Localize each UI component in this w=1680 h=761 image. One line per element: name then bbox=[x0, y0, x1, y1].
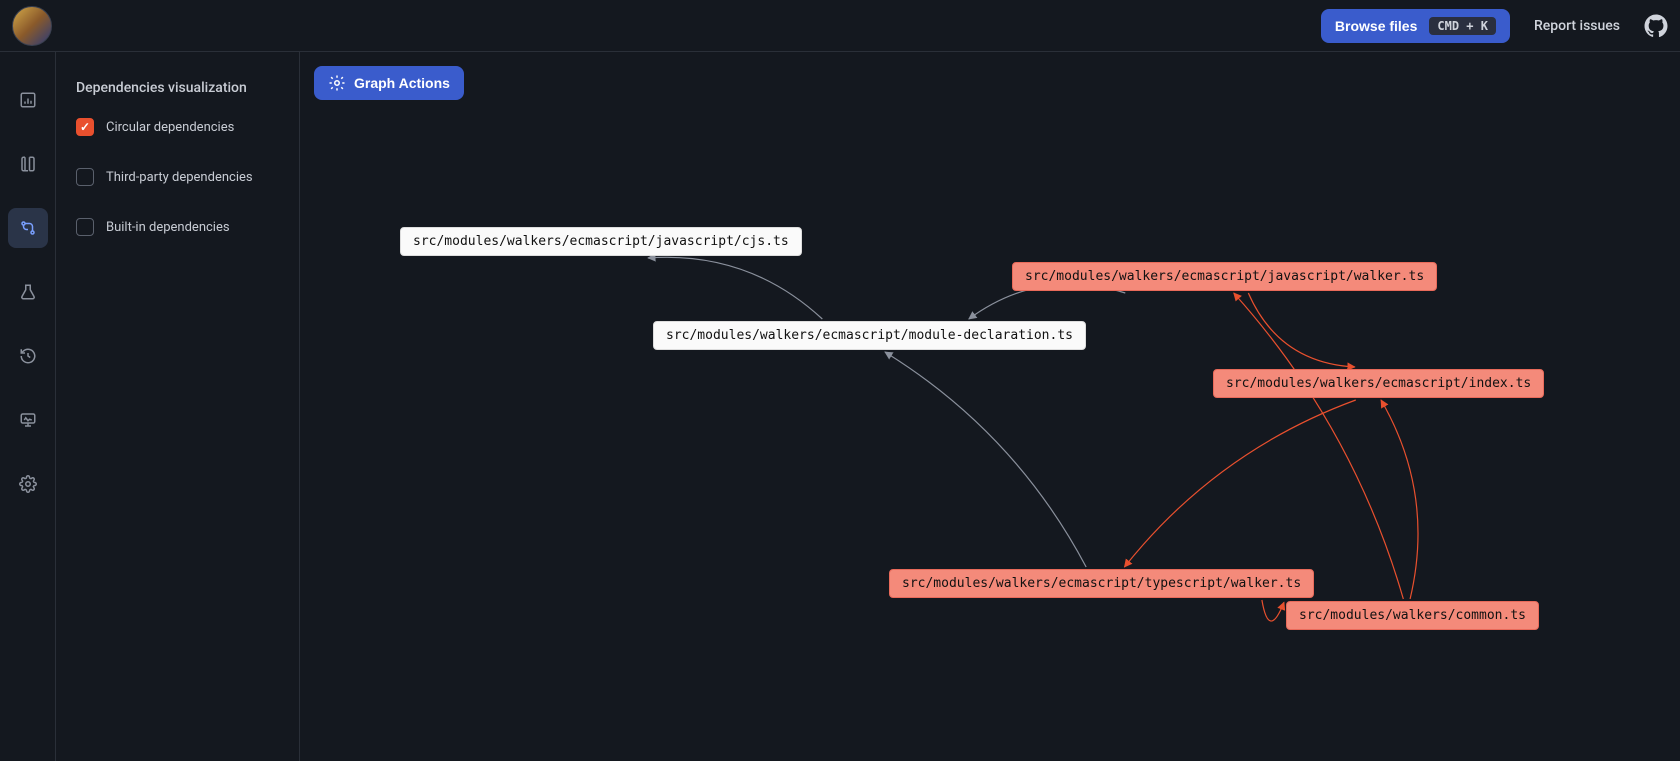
graph-edges bbox=[300, 52, 1680, 761]
analytics-icon[interactable] bbox=[8, 80, 48, 120]
graph-actions-label: Graph Actions bbox=[354, 75, 450, 91]
graph-edge bbox=[1262, 600, 1284, 621]
topbar: Browse files CMD + K Report issues bbox=[0, 0, 1680, 52]
graph-edge bbox=[648, 257, 822, 319]
browse-files-button[interactable]: Browse files CMD + K bbox=[1321, 9, 1510, 43]
panel-title: Dependencies visualization bbox=[76, 80, 279, 96]
graph-edge bbox=[1234, 293, 1404, 599]
history-icon[interactable] bbox=[8, 336, 48, 376]
report-issues-link[interactable]: Report issues bbox=[1534, 18, 1620, 34]
checkbox-icon bbox=[76, 118, 94, 136]
checkbox-icon bbox=[76, 168, 94, 186]
graph-edge bbox=[1124, 400, 1355, 567]
monitor-icon[interactable] bbox=[8, 400, 48, 440]
filter-circular[interactable]: Circular dependencies bbox=[76, 118, 279, 136]
files-icon[interactable] bbox=[8, 144, 48, 184]
graph-icon[interactable] bbox=[8, 208, 48, 248]
graph-node[interactable]: src/modules/walkers/ecmascript/javascrip… bbox=[1012, 262, 1437, 291]
icon-rail bbox=[0, 52, 56, 761]
graph-edge bbox=[885, 352, 1086, 567]
checkbox-icon bbox=[76, 218, 94, 236]
settings-icon[interactable] bbox=[8, 464, 48, 504]
filter-builtin[interactable]: Built-in dependencies bbox=[76, 218, 279, 236]
github-icon[interactable] bbox=[1644, 14, 1668, 38]
filter-thirdparty[interactable]: Third-party dependencies bbox=[76, 168, 279, 186]
graph-node[interactable]: src/modules/walkers/ecmascript/index.ts bbox=[1213, 369, 1544, 398]
avatar[interactable] bbox=[12, 6, 52, 46]
graph-node[interactable]: src/modules/walkers/ecmascript/module-de… bbox=[653, 321, 1086, 350]
side-panel: Dependencies visualization Circular depe… bbox=[56, 52, 300, 761]
filter-label: Circular dependencies bbox=[106, 120, 234, 135]
filter-label: Built-in dependencies bbox=[106, 220, 230, 235]
graph-node[interactable]: src/modules/walkers/common.ts bbox=[1286, 601, 1539, 630]
gear-icon bbox=[328, 74, 346, 92]
experiments-icon[interactable] bbox=[8, 272, 48, 312]
graph-edge bbox=[1248, 293, 1355, 367]
filter-label: Third-party dependencies bbox=[106, 170, 253, 185]
browse-files-label: Browse files bbox=[1335, 18, 1417, 34]
graph-canvas[interactable]: Graph Actions src/modules/walkers/ecmasc… bbox=[300, 52, 1680, 761]
graph-node[interactable]: src/modules/walkers/ecmascript/typescrip… bbox=[889, 569, 1314, 598]
graph-node[interactable]: src/modules/walkers/ecmascript/javascrip… bbox=[400, 227, 802, 256]
graph-actions-button[interactable]: Graph Actions bbox=[314, 66, 464, 100]
kbd-hint: CMD + K bbox=[1429, 17, 1496, 35]
graph-edge bbox=[1381, 400, 1418, 599]
